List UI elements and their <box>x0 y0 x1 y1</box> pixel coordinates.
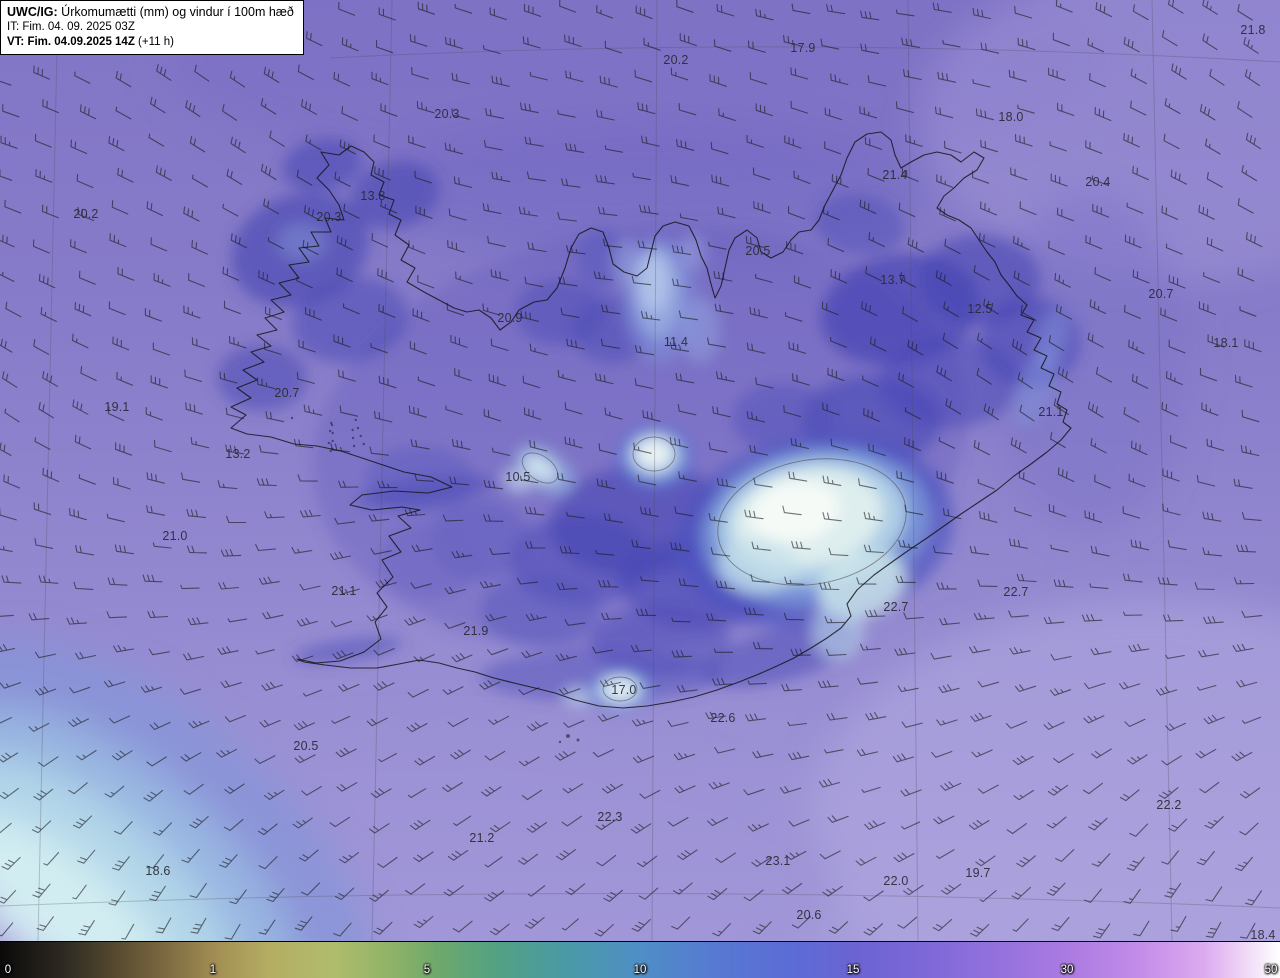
weather-map: 20.2 17.9 21.8 20.3 18.0 13.8 20.3 20.2 21.4 20.4… <box>0 0 1280 978</box>
map-title: Úrkomumætti (mm) og vindur í 100m hæð <box>57 5 294 19</box>
colorbar-tick-label: 30 <box>1060 964 1074 976</box>
init-time: IT: Fim. 04. 09. 2025 03Z <box>7 21 135 34</box>
precipitation-wind-field <box>0 0 1280 941</box>
map-title-box: UWC/IG: Úrkomumætti (mm) og vindur í 100… <box>0 0 304 56</box>
valid-time: VT: Fim. 04.09.2025 14Z <box>7 36 135 49</box>
colorbar-tick-label: 0 <box>4 964 12 976</box>
valid-time-line: VT: Fim. 04.09.2025 14Z (+11 h) <box>7 35 294 50</box>
valid-offset: (+11 h) <box>134 36 174 49</box>
map-title-line: UWC/IG: Úrkomumætti (mm) og vindur í 100… <box>7 4 294 20</box>
colorbar: 0 1 5 10 15 30 50 <box>0 941 1280 978</box>
colorbar-tick-label: 15 <box>846 964 860 976</box>
model-source-label: UWC/IG: <box>7 5 58 19</box>
colorbar-tick-label: 10 <box>633 964 647 976</box>
colorbar-tick-label: 50 <box>1264 964 1278 976</box>
colorbar-tick-label: 5 <box>423 964 431 976</box>
colorbar-labels: 0 1 5 10 15 30 50 <box>0 942 1280 978</box>
colorbar-tick-label: 1 <box>209 964 217 976</box>
